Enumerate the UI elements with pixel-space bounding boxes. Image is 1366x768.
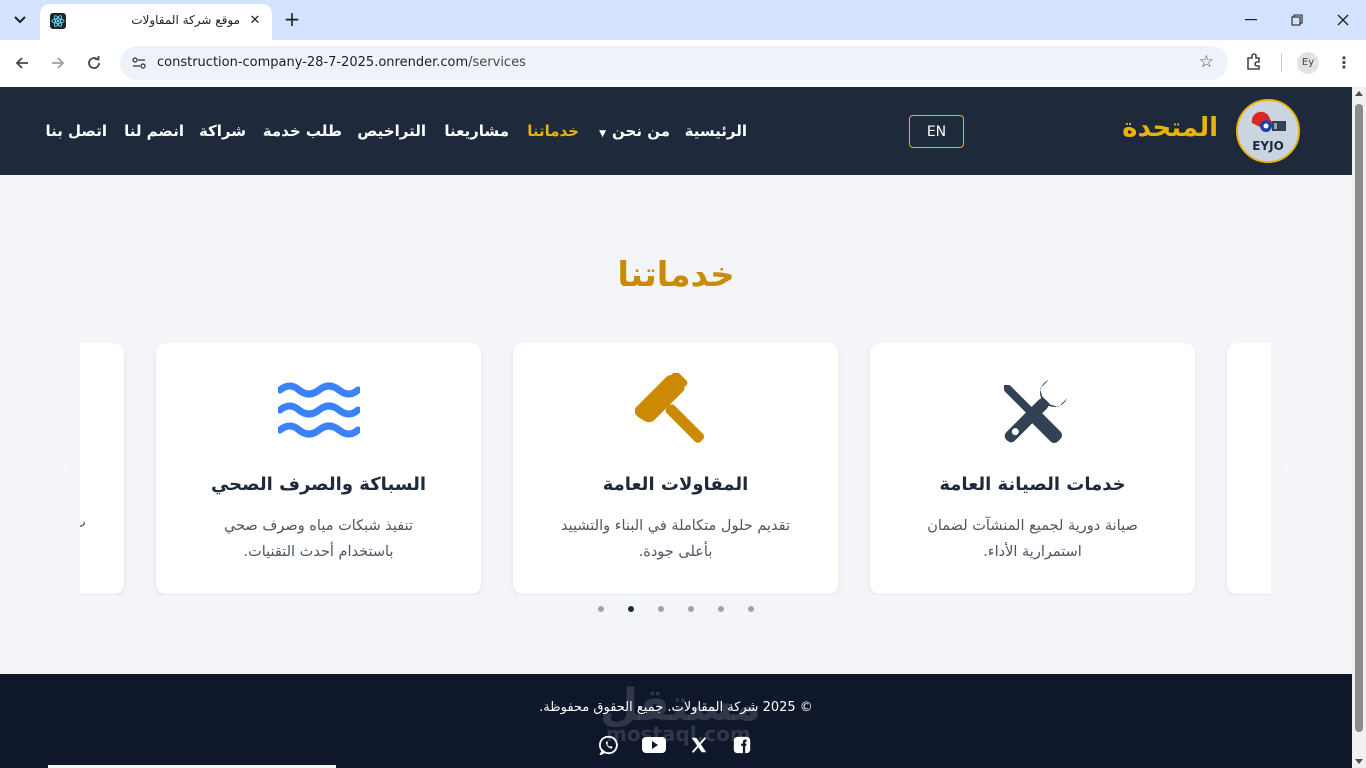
services-title: خدماتنا (617, 255, 735, 295)
carousel-next-arrow-icon[interactable]: › (1278, 458, 1294, 476)
nav-about-label: من نحن (612, 122, 670, 140)
carousel-dot[interactable] (718, 606, 724, 612)
forward-button[interactable] (46, 51, 70, 75)
language-toggle-button[interactable]: EN (909, 115, 964, 148)
scroll-down-arrow-icon[interactable] (1355, 759, 1363, 764)
service-card-partial-left[interactable]: ت (80, 343, 124, 594)
carousel-dot[interactable] (658, 606, 664, 612)
chevron-down-icon (14, 16, 26, 24)
wrench-screwdriver-icon (1004, 380, 1067, 444)
caret-down-icon: ▼ (599, 129, 607, 139)
nav-service-request[interactable]: طلب خدمة (263, 122, 342, 142)
scroll-thumb[interactable] (1355, 104, 1363, 732)
browser-tabstrip: موقع شركة المقاولات ✕ + (0, 0, 1366, 40)
watermark-url: mostaql.com (606, 722, 751, 746)
tab-search-button[interactable] (8, 8, 32, 32)
service-description: تنفيذ شبكات مياه وصرف صحي باستخدام أحدث … (223, 518, 414, 560)
x-icon[interactable] (688, 735, 710, 755)
facebook-icon[interactable] (731, 735, 753, 755)
bookmark-star-icon[interactable]: ☆ (1199, 52, 1214, 72)
service-card-plumbing[interactable]: السباكة والصرف الصحي تنفيذ شبكات مياه وص… (156, 343, 481, 594)
tab-close-icon[interactable]: ✕ (246, 12, 264, 30)
carousel-dot[interactable] (598, 606, 604, 612)
service-title: المقاولات العامة (602, 474, 749, 495)
address-bar[interactable]: construction-company-28-7-2025.onrender.… (120, 46, 1228, 80)
close-icon (1337, 14, 1349, 26)
carousel-dots (596, 606, 766, 614)
site-settings-icon[interactable] (130, 54, 148, 72)
reload-button[interactable] (82, 51, 106, 75)
url-path: /services (468, 55, 526, 70)
back-button[interactable] (10, 51, 34, 75)
restore-button[interactable] (1274, 6, 1320, 34)
logo-emblem-icon: EYJO (1238, 101, 1298, 161)
nav-projects[interactable]: مشاريعنا (444, 122, 509, 142)
whatsapp-icon[interactable] (598, 735, 620, 755)
carousel-prev-arrow-icon[interactable]: ‹ (57, 458, 73, 476)
brand-name[interactable]: المتحدة (1122, 113, 1218, 143)
page-viewport: EYJO المتحدة EN الرئيسية من نحن ▼ خدماتنا… (0, 87, 1352, 768)
minimize-button[interactable] (1228, 6, 1274, 34)
nav-home[interactable]: الرئيسية (685, 122, 747, 142)
nav-contact[interactable]: اتصل بنا (45, 122, 107, 142)
nav-partnership[interactable]: شراكة (199, 122, 246, 142)
nav-licenses[interactable]: التراخيص (357, 122, 426, 142)
service-card-contracting[interactable]: المقاولات العامة تقديم حلول متكاملة في ا… (513, 343, 838, 594)
new-tab-button[interactable]: + (282, 9, 302, 29)
carousel-dot[interactable] (688, 606, 694, 612)
water-waves-icon (278, 382, 360, 438)
arrow-right-icon (52, 57, 65, 69)
service-description: صيانة دورية لجميع المنشآت لضمان استمراري… (927, 518, 1138, 560)
tab-title: موقع شركة المقاولات (131, 13, 240, 27)
restore-icon (1291, 14, 1303, 26)
site-footer: مستقل mostaql.com © 2025 شركة المقاولات.… (0, 674, 1352, 768)
profile-avatar[interactable]: Ey (1297, 52, 1319, 74)
scroll-up-arrow-icon[interactable] (1355, 91, 1363, 96)
reload-icon (88, 56, 100, 69)
browser-tab[interactable]: موقع شركة المقاولات ✕ (40, 4, 272, 40)
nav-about[interactable]: من نحن ▼ (599, 122, 670, 142)
carousel-dot[interactable] (748, 606, 754, 612)
nav-services[interactable]: خدماتنا (527, 122, 579, 142)
service-description: تقديم حلول متكاملة في البناء والتشييد بأ… (561, 518, 790, 560)
browser-toolbar: construction-company-28-7-2025.onrender.… (0, 40, 1366, 87)
page-scrollbar[interactable] (1352, 87, 1366, 768)
minimize-icon (1245, 19, 1257, 21)
toolbar-divider (1281, 54, 1282, 72)
extensions-puzzle-icon[interactable] (1244, 52, 1264, 72)
nav-join-us[interactable]: انضم لنا (124, 122, 184, 142)
service-card-partial-right[interactable] (1227, 343, 1271, 594)
service-title: خدمات الصيانة العامة (939, 474, 1126, 495)
hammer-icon (635, 373, 705, 443)
service-title: السباكة والصرف الصحي (210, 474, 427, 495)
url-host: construction-company-28-7-2025.onrender.… (157, 55, 469, 70)
menu-kebab-icon[interactable]: ⋮ (1336, 52, 1352, 74)
url-text: construction-company-28-7-2025.onrender.… (157, 55, 526, 70)
company-logo[interactable]: EYJO (1236, 99, 1300, 163)
service-card-maintenance[interactable]: خدمات الصيانة العامة صيانة دورية لجميع ا… (870, 343, 1195, 594)
logo-text: EYJO (1252, 139, 1284, 153)
carousel-dot-active[interactable] (628, 606, 634, 612)
youtube-icon[interactable] (642, 735, 666, 755)
arrow-left-icon (15, 57, 28, 69)
close-window-button[interactable] (1320, 6, 1366, 34)
site-header: EYJO المتحدة EN الرئيسية من نحن ▼ خدماتنا… (0, 87, 1352, 175)
react-icon (50, 13, 66, 29)
partial-card-text: ت (80, 515, 86, 531)
services-carousel[interactable]: ت السباكة والصرف الصحي تنفيذ شبكات مياه … (80, 343, 1271, 595)
copyright-text: © 2025 شركة المقاولات. جميع الحقوق محفوظ… (539, 700, 813, 715)
